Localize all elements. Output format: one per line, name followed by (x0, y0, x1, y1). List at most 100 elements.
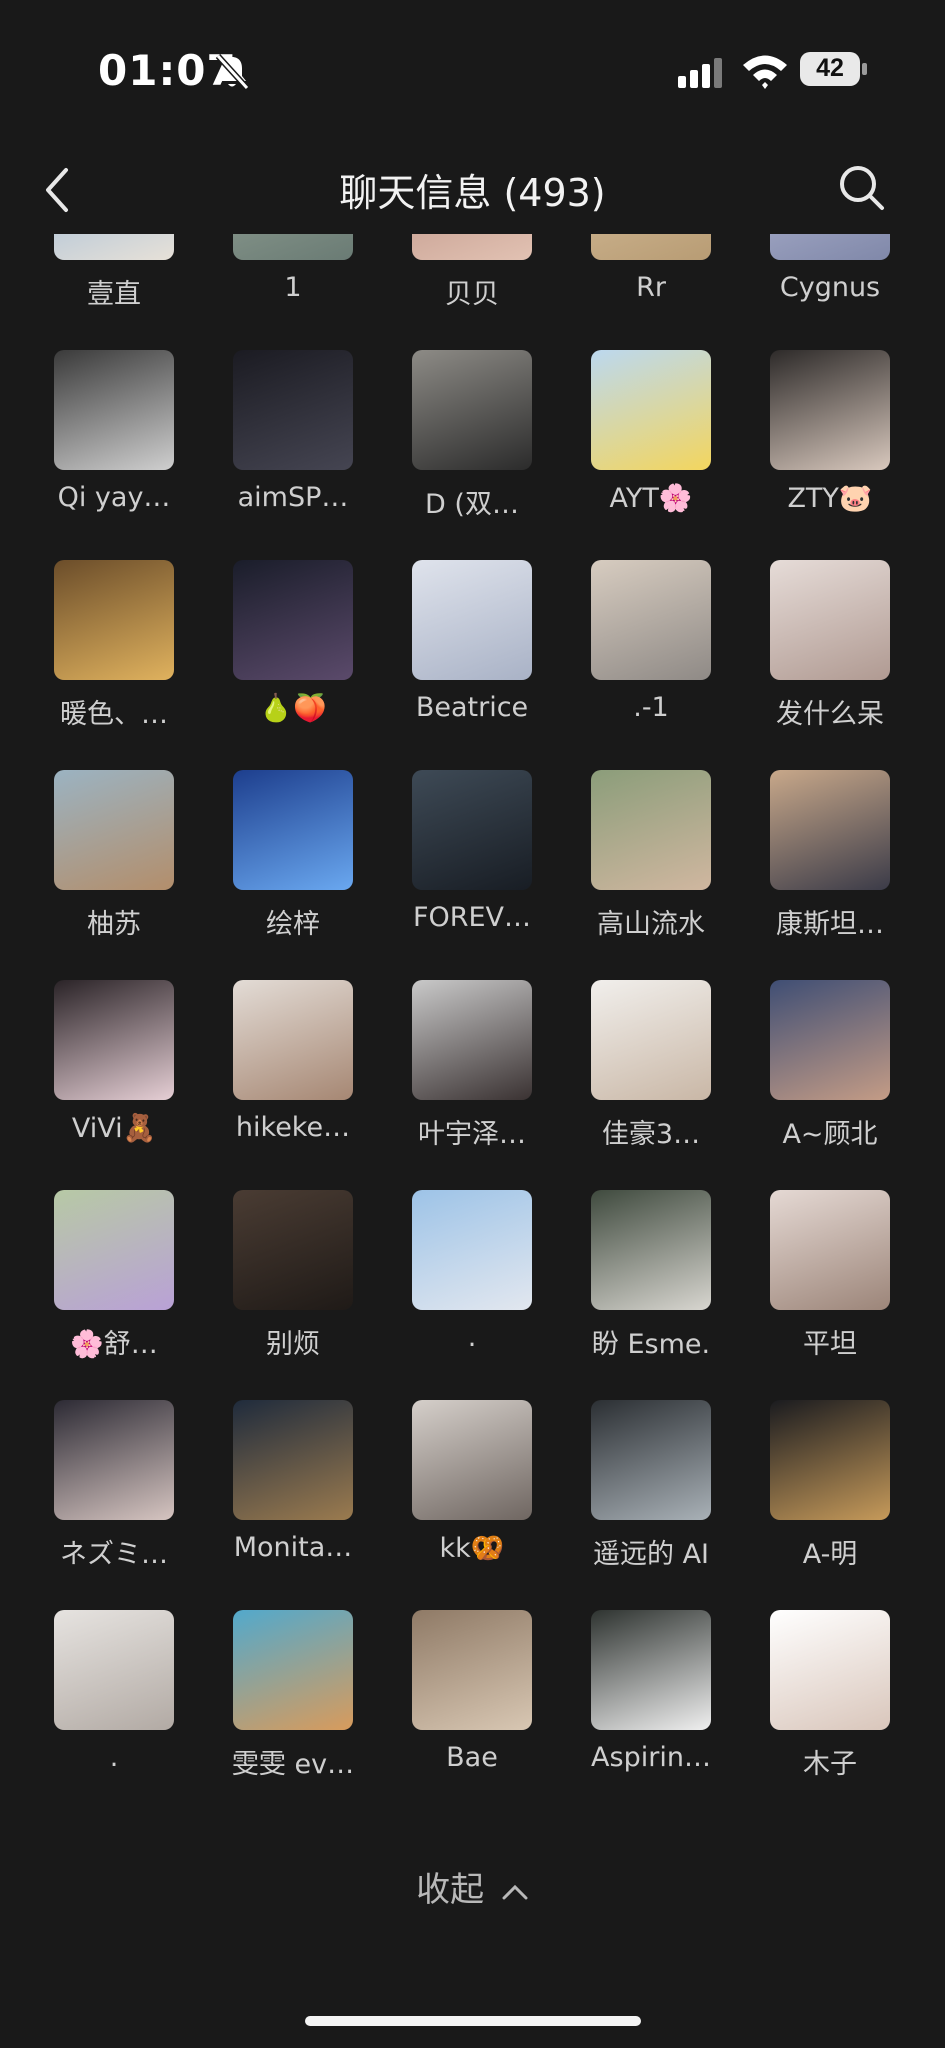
member-name: 🌸舒… (70, 1329, 158, 1360)
member-name: ViVi🧸 (71, 1113, 157, 1144)
member-item[interactable]: FOREV… (382, 770, 562, 960)
member-item[interactable]: 遥远的 AI (561, 1400, 741, 1590)
member-name: Rr (636, 272, 666, 303)
avatar (54, 560, 174, 680)
member-item[interactable]: 发什么呆 (740, 560, 920, 750)
member-item[interactable]: 暖色、… (24, 560, 204, 750)
collapse-button[interactable]: 收起 (0, 1862, 945, 1911)
member-name: AYT🌸 (609, 483, 693, 514)
member-name: 贝贝 (445, 279, 499, 310)
member-item[interactable]: D (双… (382, 350, 562, 540)
member-name: 平坦 (803, 1329, 857, 1360)
member-item[interactable]: 木子 (740, 1610, 920, 1800)
member-name: Beatrice (415, 692, 529, 723)
avatar (54, 770, 174, 890)
member-item[interactable]: Rr (561, 234, 741, 330)
avatar (233, 980, 353, 1100)
member-name: Bae (446, 1742, 498, 1773)
member-name: 高山流水 (597, 909, 705, 940)
avatar (591, 1400, 711, 1520)
member-item[interactable]: A~顾北 (740, 980, 920, 1170)
member-item[interactable]: 🍐🍑 (203, 560, 383, 750)
avatar (591, 1610, 711, 1730)
chevron-up-icon (502, 1884, 528, 1899)
member-name: 木子 (803, 1749, 857, 1780)
member-item[interactable]: ViVi🧸 (24, 980, 204, 1170)
avatar (412, 770, 532, 890)
avatar (770, 770, 890, 890)
avatar (54, 980, 174, 1100)
member-item[interactable]: ZTY🐷 (740, 350, 920, 540)
avatar (770, 560, 890, 680)
member-item[interactable]: hikeke… (203, 980, 383, 1170)
avatar (591, 980, 711, 1100)
avatar (233, 560, 353, 680)
avatar (412, 234, 532, 260)
member-item[interactable]: 1 (203, 234, 383, 330)
member-item[interactable]: .-1 (561, 560, 741, 750)
avatar (412, 1400, 532, 1520)
avatar (54, 1190, 174, 1310)
member-item[interactable]: kk🥨 (382, 1400, 562, 1590)
member-name: Cygnus (779, 272, 881, 303)
avatar (770, 1400, 890, 1520)
member-name: aimSP… (237, 482, 349, 513)
member-item[interactable]: 柚苏 (24, 770, 204, 960)
member-item[interactable]: 佳豪3… (561, 980, 741, 1170)
member-item[interactable]: AYT🌸 (561, 350, 741, 540)
member-item[interactable]: Monita… (203, 1400, 383, 1590)
member-item[interactable]: 贝贝 (382, 234, 562, 330)
member-item[interactable]: Bae (382, 1610, 562, 1800)
member-name: Qi yay… (57, 482, 171, 513)
member-name: .-1 (633, 692, 669, 723)
avatar (591, 234, 711, 260)
member-name: 盼 Esme. (591, 1329, 711, 1360)
battery-level: 42 (816, 54, 844, 82)
member-item[interactable]: 平坦 (740, 1190, 920, 1380)
avatar (412, 560, 532, 680)
member-item[interactable]: 别烦 (203, 1190, 383, 1380)
member-name: 柚苏 (87, 909, 141, 940)
member-item[interactable]: 高山流水 (561, 770, 741, 960)
member-item[interactable]: Aspirin… (561, 1610, 741, 1800)
member-name: FOREV… (412, 902, 532, 933)
member-name: hikeke… (235, 1112, 351, 1143)
collapse-label: 收起 (416, 1870, 485, 1910)
member-name: 别烦 (266, 1329, 320, 1360)
avatar (770, 1610, 890, 1730)
member-name: 绘梓 (266, 909, 320, 940)
member-item[interactable]: 雯雯 ev… (203, 1610, 383, 1800)
member-item[interactable]: aimSP… (203, 350, 383, 540)
avatar (770, 1190, 890, 1310)
avatar (233, 1190, 353, 1310)
avatar (412, 980, 532, 1100)
member-item[interactable]: Qi yay… (24, 350, 204, 540)
avatar (54, 1610, 174, 1730)
avatar (770, 234, 890, 260)
member-name: 雯雯 ev… (231, 1749, 355, 1780)
search-icon[interactable] (834, 160, 890, 216)
avatar (591, 770, 711, 890)
member-name: kk🥨 (439, 1533, 505, 1564)
member-item[interactable]: 绘梓 (203, 770, 383, 960)
member-name: . (109, 1742, 119, 1773)
member-item[interactable]: Cygnus (740, 234, 920, 330)
member-item[interactable]: 盼 Esme. (561, 1190, 741, 1380)
member-item[interactable]: ネズミ… (24, 1400, 204, 1590)
member-name: ZTY🐷 (787, 483, 873, 514)
member-item[interactable]: A-明 (740, 1400, 920, 1590)
member-item[interactable]: Beatrice (382, 560, 562, 750)
avatar (54, 234, 174, 260)
avatar (591, 560, 711, 680)
member-item[interactable]: 叶宇泽… (382, 980, 562, 1170)
status-bar: 01:07 42 (0, 0, 945, 140)
avatar (233, 1610, 353, 1730)
bell-muted-icon (215, 53, 250, 91)
member-item[interactable]: 壹直 (24, 234, 204, 330)
member-name: 康斯坦… (776, 909, 884, 940)
member-item[interactable]: 🌸舒… (24, 1190, 204, 1380)
member-item[interactable]: 康斯坦… (740, 770, 920, 960)
member-item[interactable]: . (382, 1190, 562, 1380)
member-item[interactable]: . (24, 1610, 204, 1800)
wifi-icon (743, 55, 787, 89)
